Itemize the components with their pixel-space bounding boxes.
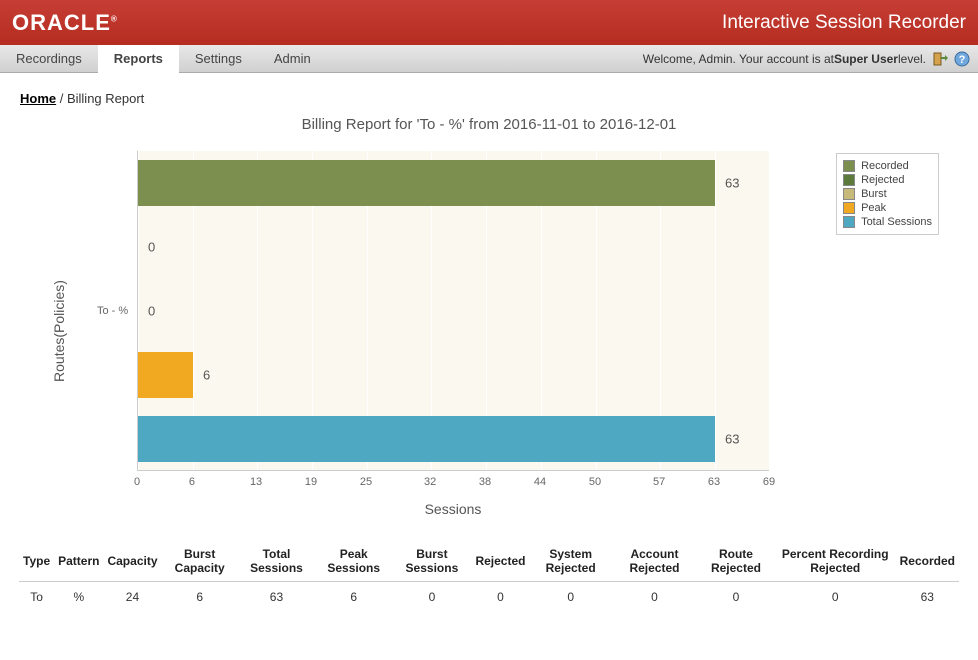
x-tick: 44 [534, 476, 546, 488]
help-icon[interactable]: ? [954, 51, 970, 67]
table-header-cell: Peak Sessions [315, 541, 392, 582]
breadcrumb: Home / Billing Report [0, 73, 978, 116]
nav-reports[interactable]: Reports [98, 45, 179, 73]
legend-label: Peak [861, 202, 886, 214]
legend-label: Total Sessions [861, 216, 932, 228]
bar-peak [138, 352, 193, 398]
table-cell: 63 [896, 582, 959, 613]
table-header-cell: Burst Capacity [162, 541, 238, 582]
bar-value-label: 63 [725, 176, 739, 191]
table-header-cell: Burst Sessions [392, 541, 471, 582]
x-tick: 32 [424, 476, 436, 488]
table-header-cell: Recorded [896, 541, 959, 582]
door-exit-icon[interactable] [932, 51, 948, 67]
x-tick: 19 [305, 476, 317, 488]
breadcrumb-home[interactable]: Home [20, 91, 56, 106]
legend-swatch [843, 188, 855, 200]
bar-total-sessions [138, 416, 715, 462]
table-header-cell: Pattern [54, 541, 103, 582]
grid-line [715, 151, 716, 470]
x-tick: 63 [708, 476, 720, 488]
logo-text: ORACLE [12, 10, 111, 35]
welcome-role: Super User [834, 52, 898, 66]
x-axis-label: Sessions [137, 501, 769, 517]
legend-swatch [843, 202, 855, 214]
logo-tm: ® [111, 14, 118, 23]
table-header-row: TypePatternCapacityBurst CapacityTotal S… [19, 541, 959, 582]
nav-settings[interactable]: Settings [179, 45, 258, 73]
oracle-logo: ORACLE® [12, 10, 118, 36]
table-cell: 0 [775, 582, 896, 613]
table-cell: To [19, 582, 54, 613]
legend-label: Recorded [861, 160, 909, 172]
x-tick: 6 [189, 476, 195, 488]
table-cell: 0 [697, 582, 775, 613]
table-header-cell: Account Rejected [612, 541, 697, 582]
table-header-cell: Type [19, 541, 54, 582]
table-header-cell: Total Sessions [238, 541, 315, 582]
chart-plot: 63 0 0 6 63 [137, 151, 769, 471]
bar-value-label: 6 [203, 368, 210, 383]
svg-text:?: ? [959, 54, 966, 66]
table-header-cell: System Rejected [529, 541, 611, 582]
table-cell: % [54, 582, 103, 613]
legend-label: Rejected [861, 174, 904, 186]
legend-swatch [843, 160, 855, 172]
legend-swatch [843, 216, 855, 228]
bar-recorded [138, 160, 715, 206]
chart-area: Routes(Policies) To - % 63 0 0 6 63 0 6 13 19 25… [39, 141, 939, 521]
legend-item: Rejected [843, 174, 932, 186]
legend-swatch [843, 174, 855, 186]
welcome-prefix: Welcome, Admin. Your account is at [643, 52, 834, 66]
nav-recordings[interactable]: Recordings [0, 45, 98, 73]
nav-bar: Recordings Reports Settings Admin Welcom… [0, 45, 978, 73]
table-cell: 24 [103, 582, 161, 613]
table-cell: 0 [529, 582, 611, 613]
app-header: ORACLE® Interactive Session Recorder [0, 0, 978, 45]
table-cell: 0 [471, 582, 529, 613]
x-tick: 38 [479, 476, 491, 488]
y-tick-label: To - % [97, 305, 128, 317]
legend-item: Total Sessions [843, 216, 932, 228]
y-axis-label: Routes(Policies) [51, 280, 67, 382]
app-title: Interactive Session Recorder [722, 12, 966, 34]
welcome-message: Welcome, Admin. Your account is at Super… [643, 51, 978, 67]
table-header-cell: Capacity [103, 541, 161, 582]
x-tick: 50 [589, 476, 601, 488]
nav-admin[interactable]: Admin [258, 45, 327, 73]
table-cell: 6 [162, 582, 238, 613]
bar-value-label: 0 [148, 304, 155, 319]
table-header-cell: Percent Recording Rejected [775, 541, 896, 582]
legend-item: Peak [843, 202, 932, 214]
table-header-cell: Rejected [471, 541, 529, 582]
table-cell: 0 [612, 582, 697, 613]
x-axis: 0613192532384450576369 [137, 476, 769, 496]
grid-line [770, 151, 771, 470]
chart-container: Billing Report for 'To - %' from 2016-11… [39, 116, 939, 521]
chart-title: Billing Report for 'To - %' from 2016-11… [39, 116, 939, 133]
x-tick: 69 [763, 476, 775, 488]
breadcrumb-sep: / [56, 91, 67, 106]
legend-label: Burst [861, 188, 887, 200]
table-cell: 63 [238, 582, 315, 613]
x-tick: 57 [653, 476, 665, 488]
x-tick: 25 [360, 476, 372, 488]
table-cell: 0 [392, 582, 471, 613]
chart-legend: Recorded Rejected Burst Peak Total Sessions [836, 153, 939, 235]
table-row: To%24663600000063 [19, 582, 959, 613]
table-header-cell: Route Rejected [697, 541, 775, 582]
bar-value-label: 0 [148, 240, 155, 255]
breadcrumb-current: Billing Report [67, 91, 144, 106]
x-tick: 0 [134, 476, 140, 488]
x-tick: 13 [250, 476, 262, 488]
bar-value-label: 63 [725, 432, 739, 447]
welcome-suffix: level. [898, 52, 926, 66]
data-table: TypePatternCapacityBurst CapacityTotal S… [19, 541, 959, 612]
legend-item: Recorded [843, 160, 932, 172]
table-cell: 6 [315, 582, 392, 613]
legend-item: Burst [843, 188, 932, 200]
